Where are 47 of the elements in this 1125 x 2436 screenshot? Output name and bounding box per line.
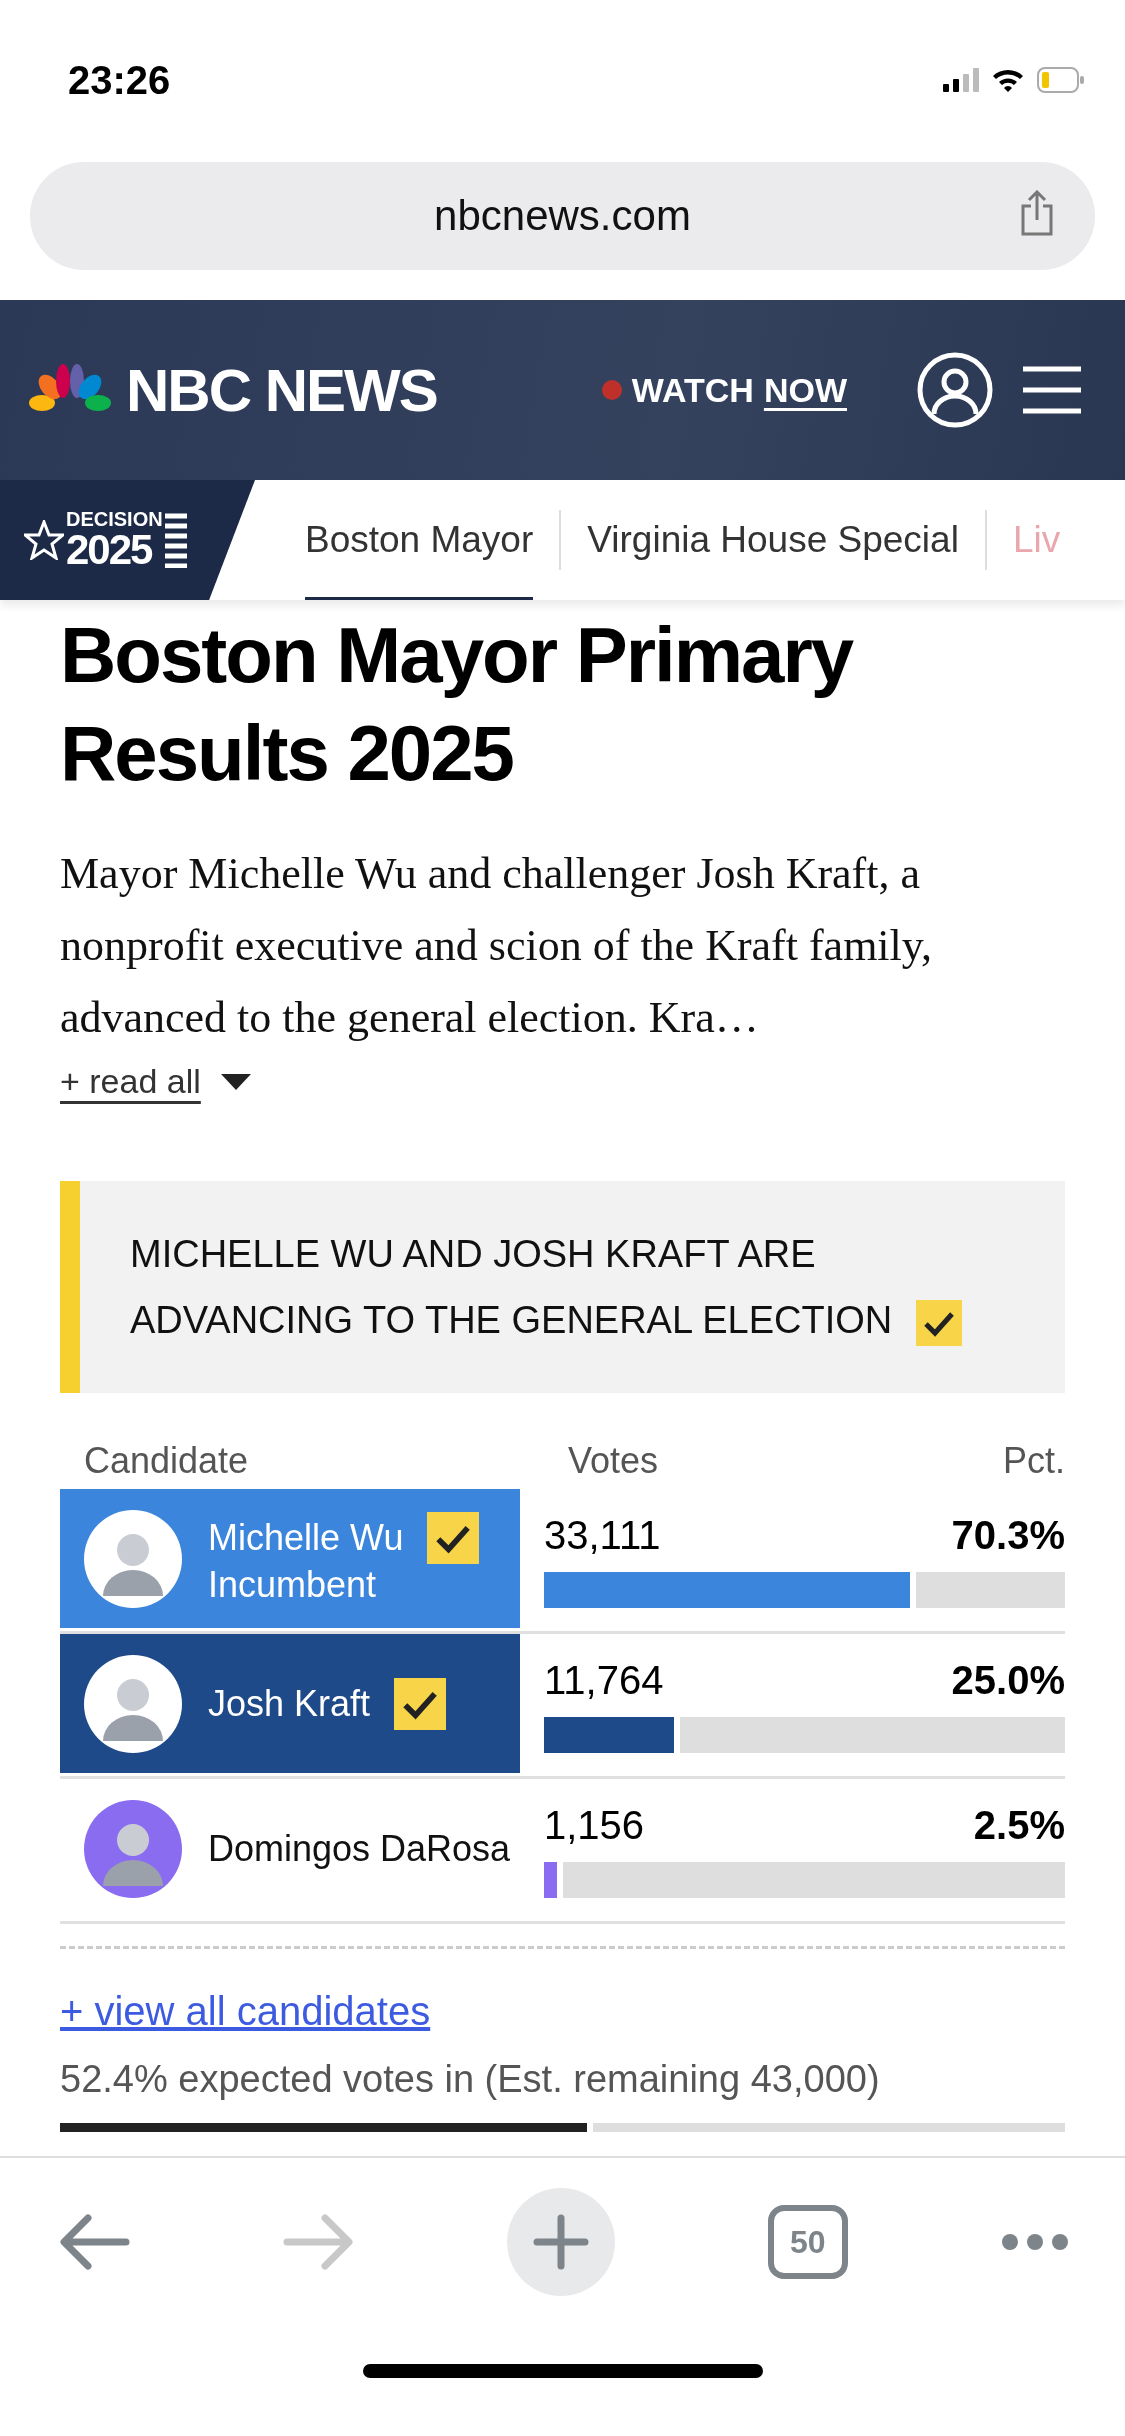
address-bar[interactable]: nbcnews.com — [30, 162, 1095, 270]
tabs-button[interactable]: 50 — [767, 2205, 848, 2279]
candidate-note: Incumbent — [208, 1563, 378, 1606]
more-icon[interactable] — [1001, 2233, 1069, 2251]
vote-percent: 25.0% — [951, 1657, 1065, 1703]
vote-count: 1,156 — [544, 1802, 645, 1848]
signal-icon — [943, 68, 979, 92]
share-icon[interactable] — [1019, 190, 1055, 236]
candidate-name[interactable]: Domingos DaRosa — [208, 1827, 511, 1870]
column-header: Pct. — [1003, 1440, 1065, 1482]
menu-icon[interactable] — [1023, 366, 1081, 414]
status-time: 23:26 — [68, 57, 171, 103]
section-tab[interactable]: Virginia House Special — [587, 480, 959, 600]
avatar-icon — [84, 1654, 182, 1753]
stripes-icon — [164, 512, 187, 568]
account-icon[interactable] — [917, 352, 993, 428]
section-tab[interactable]: Boston Mayor — [305, 480, 534, 600]
battery-icon — [1037, 67, 1085, 93]
view-all-candidates-link[interactable]: + view all candidates — [60, 1989, 431, 2034]
now-label: NOW — [763, 370, 847, 410]
star-icon — [24, 520, 64, 560]
caret-icon[interactable] — [220, 1073, 251, 1090]
watch-now-link[interactable]: WATCH NOW — [601, 370, 847, 410]
badge-year: 2025 — [66, 529, 153, 571]
read-all-link[interactable]: + read all — [60, 1062, 201, 1101]
avatar-icon — [84, 1509, 182, 1608]
candidate-name[interactable]: Josh Kraft — [208, 1682, 371, 1725]
vote-percent: 70.3% — [951, 1512, 1065, 1558]
watch-label: WATCH — [631, 370, 754, 410]
site-logo-text[interactable]: NBC NEWS — [126, 355, 437, 425]
wifi-icon — [991, 67, 1025, 93]
article-summary: Mayor Michelle Wu and challenger Josh Kraft, a nonprofit executive and scion of the Kraft family, advanced to the general election. Kra… — [60, 848, 933, 1044]
live-dot-icon — [601, 380, 622, 400]
checkmark-icon — [394, 1677, 447, 1730]
candidate-name[interactable]: Michelle Wu — [208, 1516, 404, 1559]
vote-percent: 2.5% — [973, 1802, 1065, 1848]
expected-votes-text: 52.4% expected votes in (Est. remaining 43,000) — [60, 2058, 881, 2101]
column-header: Candidate — [83, 1440, 250, 1482]
checkmark-icon — [427, 1511, 480, 1564]
page-title: Boston Mayor Primary Results 2025 — [60, 610, 855, 799]
url-text: nbcnews.com — [434, 192, 691, 240]
back-arrow-icon[interactable] — [60, 2214, 130, 2270]
vote-count: 11,764 — [544, 1657, 664, 1703]
vote-count: 33,111 — [544, 1512, 661, 1558]
badge-label: DECISION — [66, 509, 163, 529]
column-header: Votes — [567, 1440, 660, 1482]
new-tab-button[interactable] — [506, 2188, 615, 2296]
